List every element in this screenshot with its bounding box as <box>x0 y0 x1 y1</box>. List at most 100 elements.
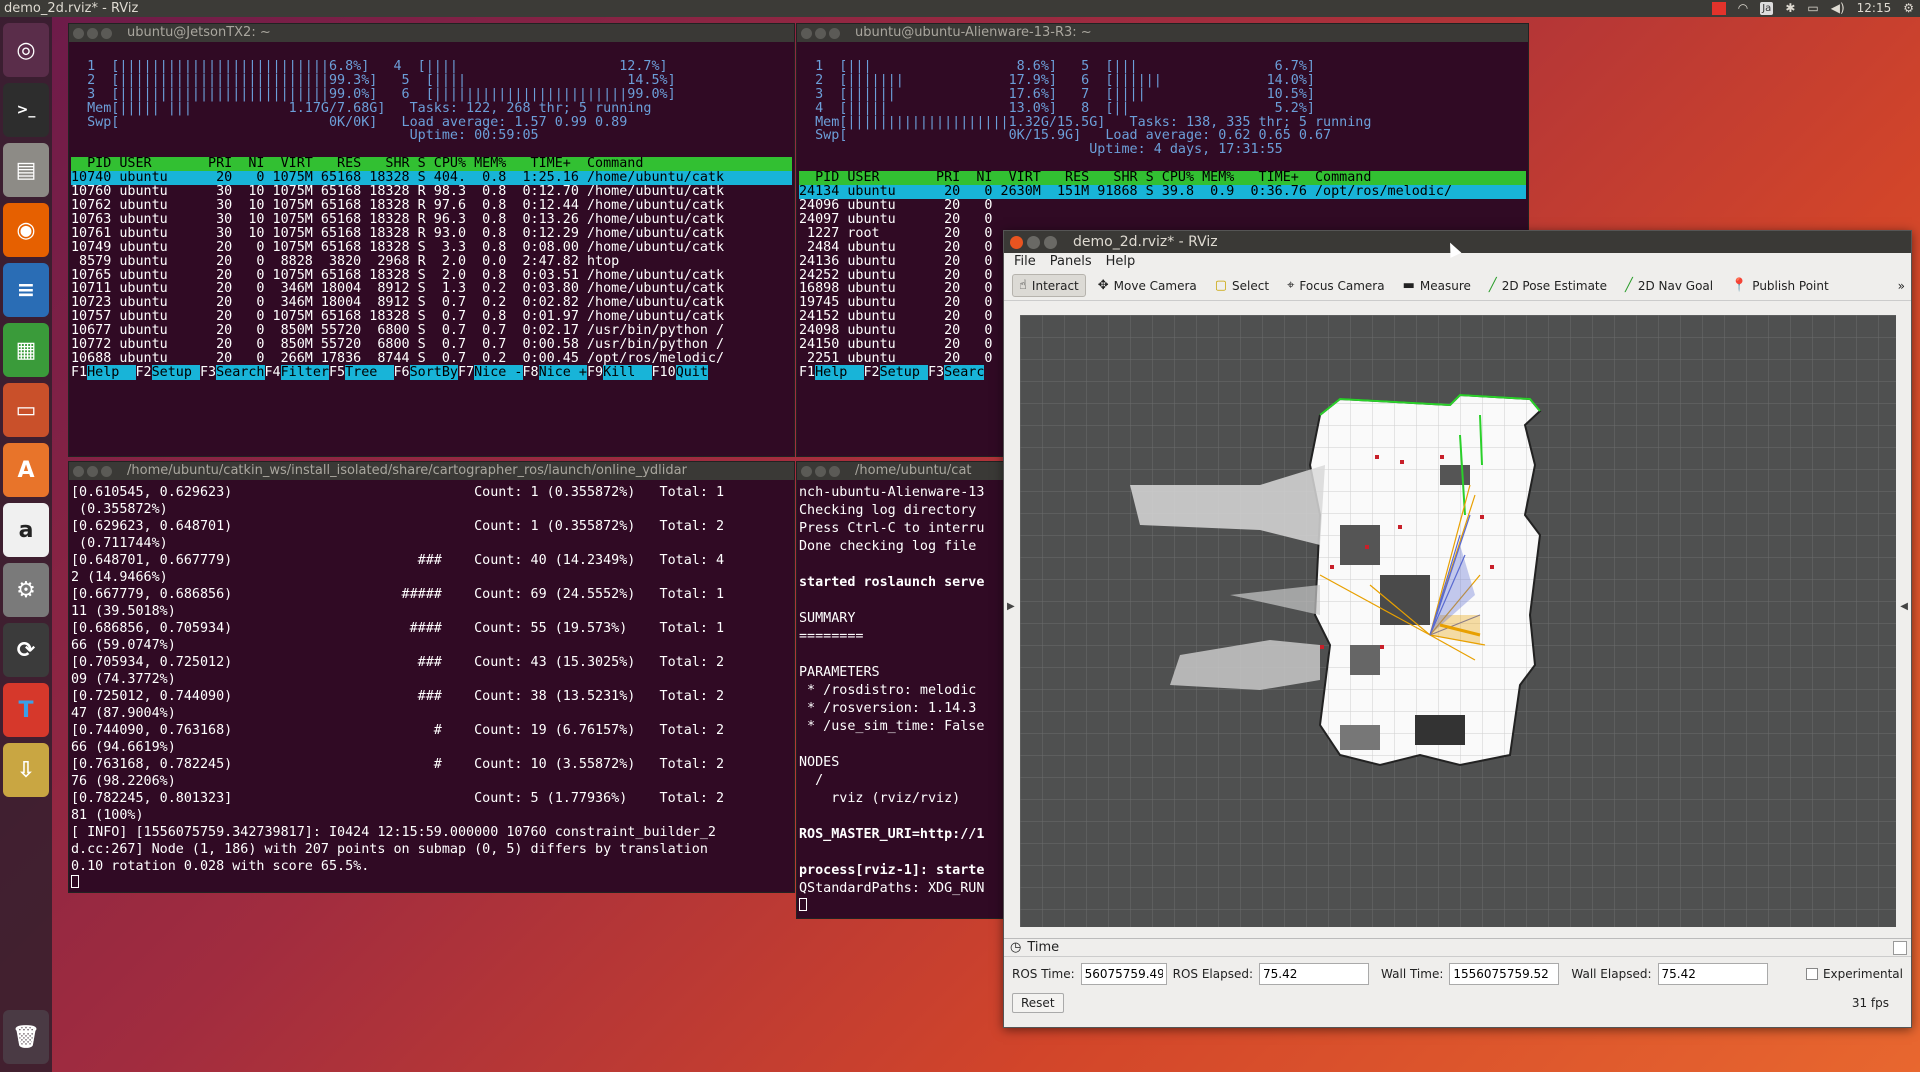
process-row[interactable]: 24097 ubuntu 20 0 <box>799 212 1526 227</box>
software-center-icon[interactable]: A <box>3 443 49 497</box>
tool-select[interactable]: ▢ Select <box>1209 275 1275 296</box>
experimental-checkbox[interactable] <box>1805 968 1818 980</box>
function-key-label[interactable]: Kill <box>603 364 652 380</box>
3d-viewport[interactable] <box>1020 315 1896 927</box>
menu-file[interactable]: File <box>1014 253 1036 271</box>
reset-button[interactable]: Reset <box>1012 993 1064 1013</box>
tool-2d-pose-estimate[interactable]: ╱ 2D Pose Estimate <box>1483 275 1613 296</box>
map-render[interactable] <box>1020 315 1896 927</box>
minimize-icon[interactable] <box>815 465 826 477</box>
tool-move-camera[interactable]: ✥ Move Camera <box>1092 275 1203 296</box>
tool-2d-nav-goal[interactable]: ╱ 2D Nav Goal <box>1619 275 1719 296</box>
maximize-icon[interactable] <box>1044 235 1057 249</box>
bluetooth-icon[interactable]: ✱ <box>1785 0 1795 17</box>
function-key-label[interactable]: Nice - <box>474 364 523 380</box>
process-row[interactable]: 10765 ubuntu 20 0 1075M 65168 18328 S 2.… <box>71 268 792 283</box>
function-key[interactable]: F6 <box>394 365 410 380</box>
process-row[interactable]: 10688 ubuntu 20 0 266M 17836 8744 S 0.7 … <box>71 352 792 366</box>
minimize-icon[interactable] <box>87 27 98 39</box>
function-key-label[interactable]: Setup <box>151 364 200 380</box>
function-key[interactable]: F10 <box>652 365 676 380</box>
function-key-label[interactable]: Quit <box>675 364 708 380</box>
process-row[interactable]: 10740 ubuntu 20 0 1075M 65168 18328 S 40… <box>71 171 792 186</box>
function-key-bar[interactable]: F1Help F2Setup F3SearchF4FilterF5Tree F6… <box>71 364 792 380</box>
function-key-label[interactable]: Nice + <box>538 364 587 380</box>
clock[interactable]: 12:15 <box>1857 0 1892 17</box>
terminal-titlebar[interactable]: ubuntu@ubuntu-Alienware-13-R3: ~ <box>797 24 1528 42</box>
terminal-window-roslaunch[interactable]: /home/ubuntu/cat nch-ubuntu-Alienware-13… <box>796 461 1011 919</box>
ros-elapsed-field[interactable] <box>1259 963 1370 985</box>
process-row[interactable]: 10763 ubuntu 30 10 1075M 65168 18328 R 9… <box>71 212 792 227</box>
terminal-titlebar[interactable]: /home/ubuntu/cat <box>797 462 1010 480</box>
amazon-icon[interactable]: a <box>3 503 49 557</box>
function-key-label[interactable]: Searc <box>944 364 985 380</box>
left-dock-toggle-icon[interactable]: ▶ <box>1007 601 1015 612</box>
function-key[interactable]: F2 <box>864 365 880 380</box>
terminal-window-jetson[interactable]: ubuntu@JetsonTX2: ~ 1 [|||||||||||||||||… <box>68 23 795 457</box>
function-key[interactable]: F5 <box>329 365 345 380</box>
trash-icon[interactable]: 🗑 <box>3 1010 49 1064</box>
terminal-window-cartographer[interactable]: /home/ubuntu/catkin_ws/install_isolated/… <box>68 461 795 893</box>
function-key-label[interactable]: Tree <box>345 364 394 380</box>
files-icon[interactable]: ▤ <box>3 143 49 197</box>
menu-help[interactable]: Help <box>1106 253 1136 271</box>
font-viewer-icon[interactable]: T <box>3 683 49 737</box>
function-key[interactable]: F1 <box>71 365 87 380</box>
ros-time-field[interactable] <box>1080 963 1167 985</box>
function-key[interactable]: F3 <box>928 365 944 380</box>
keyboard-layout-indicator[interactable]: Ja <box>1760 2 1774 15</box>
process-row[interactable]: 24134 ubuntu 20 0 2630M 151M 91868 S 39.… <box>799 185 1526 199</box>
close-icon[interactable] <box>73 465 84 477</box>
process-row[interactable]: 8579 ubuntu 20 0 8828 3820 2968 R 2.0 0.… <box>71 254 792 269</box>
right-dock-toggle-icon[interactable]: ◀ <box>1900 601 1908 612</box>
process-table-header[interactable]: PID USER PRI NI VIRT RES SHR S CPU% MEM%… <box>71 157 792 172</box>
function-key-label[interactable]: Help <box>87 364 136 380</box>
impress-icon[interactable]: ▭ <box>3 383 49 437</box>
process-row[interactable]: 10677 ubuntu 20 0 850M 55720 6800 S 0.7 … <box>71 324 792 338</box>
process-row[interactable]: 10761 ubuntu 30 10 1075M 65168 18328 R 9… <box>71 226 792 241</box>
process-row[interactable]: 10749 ubuntu 20 0 1075M 65168 18328 S 3.… <box>71 240 792 255</box>
maximize-icon[interactable] <box>829 27 840 39</box>
minimize-icon[interactable] <box>1027 235 1040 249</box>
terminal-titlebar[interactable]: ubuntu@JetsonTX2: ~ <box>69 24 794 42</box>
process-row[interactable]: 10760 ubuntu 30 10 1075M 65168 18328 R 9… <box>71 185 792 199</box>
process-row[interactable]: 10711 ubuntu 20 0 346M 18004 8912 S 1.3 … <box>71 282 792 296</box>
tool-focus-camera[interactable]: ⌖ Focus Camera <box>1281 275 1391 296</box>
function-key-label[interactable]: SortBy <box>409 364 458 380</box>
function-key-label[interactable]: Setup <box>879 364 928 380</box>
panel-float-button[interactable] <box>1893 940 1907 955</box>
rviz-window[interactable]: demo_2d.rviz* - RViz File Panels Help ☝ I… <box>1003 230 1912 1028</box>
menu-panels[interactable]: Panels <box>1050 253 1092 271</box>
wall-time-field[interactable] <box>1449 963 1560 985</box>
function-key-label[interactable]: Filter <box>280 364 329 380</box>
function-key[interactable]: F3 <box>200 365 216 380</box>
system-settings-icon[interactable]: ⚙ <box>3 563 49 617</box>
close-icon[interactable] <box>801 27 812 39</box>
process-row[interactable]: 10772 ubuntu 20 0 850M 55720 6800 S 0.7 … <box>71 338 792 352</box>
process-table-header[interactable]: PID USER PRI NI VIRT RES SHR S CPU% MEM%… <box>799 171 1526 186</box>
close-icon[interactable] <box>1010 235 1023 249</box>
terminal-titlebar[interactable]: /home/ubuntu/catkin_ws/install_isolated/… <box>69 462 794 480</box>
notification-icon[interactable] <box>1711 2 1726 15</box>
wifi-icon[interactable]: ◠ <box>1738 0 1748 17</box>
function-key-label[interactable]: Search <box>216 364 265 380</box>
ubuntu-logo-icon[interactable]: ◎ <box>3 23 49 77</box>
process-row[interactable]: 10723 ubuntu 20 0 346M 18004 8912 S 0.7 … <box>71 296 792 310</box>
wall-elapsed-field[interactable] <box>1657 963 1768 985</box>
function-key-label[interactable]: Help <box>815 364 864 380</box>
tool-publish-point[interactable]: 📍 Publish Point <box>1725 275 1835 296</box>
battery-icon[interactable]: ▭ <box>1807 0 1818 17</box>
updater-icon[interactable]: ⟳ <box>3 623 49 677</box>
minimize-icon[interactable] <box>815 27 826 39</box>
close-icon[interactable] <box>801 465 812 477</box>
process-row[interactable]: 10757 ubuntu 20 0 1075M 65168 18328 S 0.… <box>71 310 792 324</box>
function-key[interactable]: F9 <box>587 365 603 380</box>
function-key[interactable]: F1 <box>799 365 815 380</box>
function-key[interactable]: F4 <box>265 365 281 380</box>
function-key[interactable]: F8 <box>523 365 539 380</box>
firefox-icon[interactable]: ◉ <box>3 203 49 257</box>
process-row[interactable]: 24096 ubuntu 20 0 <box>799 199 1526 213</box>
volume-icon[interactable]: ◀) <box>1831 0 1845 17</box>
close-icon[interactable] <box>73 27 84 39</box>
archive-icon[interactable]: ⇩ <box>3 743 49 797</box>
